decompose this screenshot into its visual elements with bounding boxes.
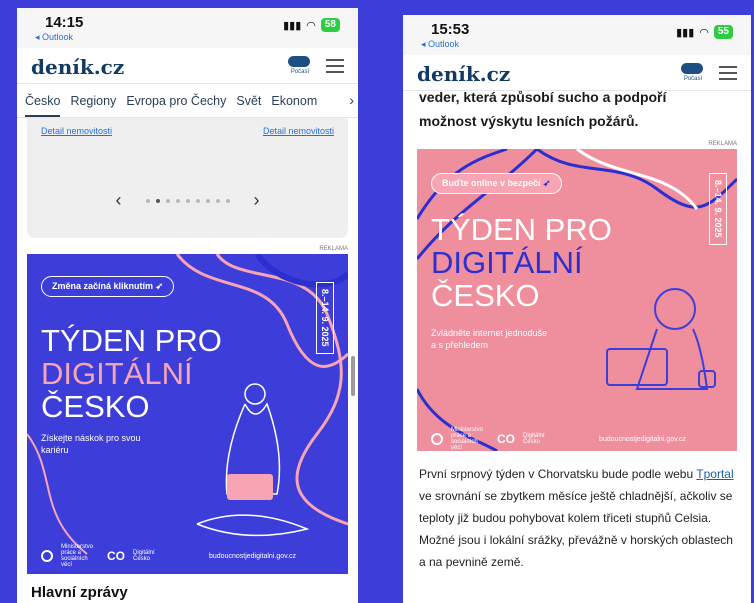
carousel-dot[interactable] [165,198,170,203]
carousel-dot[interactable] [145,198,150,203]
carousel-dot[interactable] [215,198,220,203]
tab-evropa-pro-cechy[interactable]: Evropa pro Čechy [126,94,226,108]
ad-label: REKLAMA [708,141,737,147]
ad-pill: Buďte online v bezpečí ➶ [431,173,562,194]
site-logo[interactable]: deník.cz [31,55,124,79]
hamburger-menu-icon[interactable] [719,66,737,80]
digital-czech-logo-icon: CO [497,432,515,446]
ad-subtext: Získejte náskok pro svou kariéru [41,433,141,455]
status-bar: 15:53 ◂ Outlook ▮▮▮ ◠ 55 [403,15,751,55]
status-time: 15:53 [431,21,470,38]
cursor-icon: ➶ [543,178,551,188]
weather-label: Počasí [290,69,310,75]
phone-screenshot-right: 15:53 ◂ Outlook ▮▮▮ ◠ 55 deník.cz Počasí… [403,15,751,603]
ministry-logo-icon [41,550,53,562]
status-time: 14:15 [45,14,84,31]
hamburger-menu-icon[interactable] [326,59,344,73]
carousel-dot[interactable] [195,198,200,203]
property-carousel: Detail nemovitosti Detail nemovitosti ‹ … [27,118,348,238]
category-tabs: Česko Regiony Evropa pro Čechy Svět Ekon… [17,84,358,118]
site-logo[interactable]: deník.cz [417,62,510,86]
ad-subtext: Zvládněte internet jednoduše a s přehled… [431,328,548,350]
article-body: První srpnový týden v Chorvatsku bude po… [419,467,734,569]
site-header: deník.cz Počasí [403,55,751,91]
phone-screenshot-left: 14:15 ◂ Outlook ▮▮▮ ◠ 58 deník.cz Počasí… [17,8,358,603]
chevron-right-icon[interactable]: › [254,190,260,211]
advertisement-banner[interactable]: Změna začíná kliknutím ➶ 8.–14. 9. 2025 … [27,254,348,574]
status-bar: 14:15 ◂ Outlook ▮▮▮ ◠ 58 [17,8,358,48]
tab-cesko[interactable]: Česko [25,94,61,117]
system-icons: ▮▮▮ ◠ 58 [283,18,340,32]
advertisement-banner[interactable]: Buďte online v bezpečí ➶ 8.–14. 9. 2025 … [417,149,737,451]
scrollbar[interactable] [351,356,355,396]
carousel-pagination [145,198,230,203]
ad-dates: 8.–14. 9. 2025 [316,282,334,354]
signal-icon: ▮▮▮ [283,19,302,32]
battery-icon: 58 [320,18,340,32]
ad-footer: Ministerstvo práce a sociálních věcí CO … [431,427,686,451]
detail-link-right[interactable]: Detail nemovitosti [263,126,334,136]
tab-svet[interactable]: Svět [236,94,261,108]
back-to-outlook-link[interactable]: ◂ Outlook [421,39,459,50]
ad-headline: TÝDEN PRO DIGITÁLNÍ ČESKO [41,323,222,424]
cursor-icon: ➶ [155,281,164,291]
signal-icon: ▮▮▮ [676,26,695,39]
site-header: deník.cz Počasí [17,48,358,84]
carousel-dot[interactable] [205,198,210,203]
carousel-dot[interactable] [225,198,230,203]
weather-label: Počasí [683,76,703,82]
article-text-top: veder, která způsobí sucho a podpoří mož… [419,89,667,129]
carousel-dot[interactable] [175,198,180,203]
ad-footer: Ministerstvo práce a sociálních věcí CO … [41,544,296,568]
back-to-outlook-link[interactable]: ◂ Outlook [35,32,73,43]
ad-label: REKLAMA [319,246,348,252]
ad-dates: 8.–14. 9. 2025 [709,173,727,245]
carousel-dot[interactable] [155,198,160,203]
tab-ekonomika[interactable]: Ekonom [271,94,317,108]
wifi-icon: ◠ [306,19,316,32]
ministry-logo-icon [431,433,443,445]
system-icons: ▮▮▮ ◠ 55 [676,25,733,39]
digital-czech-logo-icon: CO [107,549,125,563]
chevron-left-icon[interactable]: ‹ [116,190,122,211]
tportal-link[interactable]: Tportal [696,467,733,481]
tab-regiony[interactable]: Regiony [70,94,116,108]
section-title: Hlavní zprávy [31,584,128,601]
ad-headline: TÝDEN PRO DIGITÁLNÍ ČESKO [431,212,612,313]
weather-cloud-icon[interactable]: Počasí [286,54,314,78]
carousel-dot[interactable] [185,198,190,203]
tabs-chevron-right-icon[interactable]: › [349,92,354,108]
detail-link-left[interactable]: Detail nemovitosti [41,126,112,136]
battery-icon: 55 [713,25,733,39]
weather-cloud-icon[interactable]: Počasí [679,61,707,85]
wifi-icon: ◠ [699,26,709,39]
ad-pill: Změna začíná kliknutím ➶ [41,276,175,297]
